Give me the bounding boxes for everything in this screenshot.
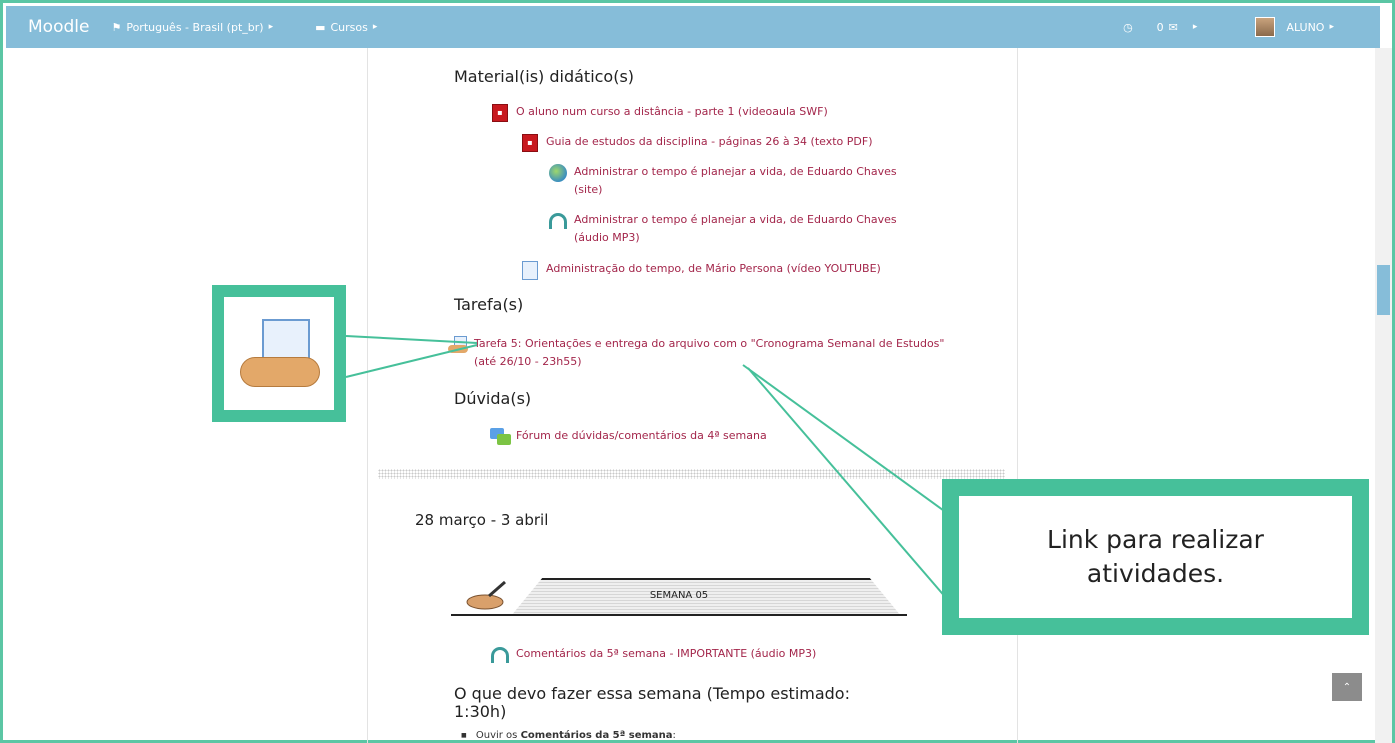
doubts-heading: Dúvida(s)	[454, 389, 532, 408]
week-date-heading: 28 março - 3 abril	[415, 511, 549, 529]
chevron-up-icon: ⌃	[1342, 681, 1352, 693]
top-navbar: Moodle ⚑ Português - Brasil (pt_br) ▸ ▬ …	[6, 6, 1380, 48]
assignment-icon	[240, 318, 320, 389]
todo-heading: O que devo fazer essa semana (Tempo esti…	[454, 684, 850, 721]
headphones-icon	[548, 211, 568, 231]
moodle-brand-link[interactable]: Moodle	[28, 17, 89, 37]
week-banner: SEMANA 05	[451, 574, 907, 618]
navbar-right: ◷ 0 ✉ ▸ ALUNO ▸	[1123, 6, 1380, 48]
material-link-videoaula[interactable]: ▪ O aluno num curso a distância - parte …	[490, 103, 828, 123]
forum-icon	[490, 427, 511, 447]
section-separator	[378, 469, 1005, 479]
bullet-suffix: :	[672, 730, 676, 741]
caret-right-icon: ▸	[1192, 22, 1198, 32]
caret-right-icon: ▸	[372, 22, 378, 32]
material-link-audio[interactable]: Administrar o tempo é planejar a vida, d…	[548, 211, 928, 247]
comments-audio-link[interactable]: Comentários da 5ª semana - IMPORTANTE (á…	[490, 645, 816, 665]
avatar	[1255, 17, 1276, 37]
messages-count: 0	[1156, 20, 1164, 34]
tasks-heading: Tarefa(s)	[454, 295, 524, 314]
assignment-icon	[448, 335, 468, 355]
user-name: ALUNO	[1286, 20, 1325, 34]
headphones-icon	[490, 645, 510, 665]
caret-right-icon: ▸	[268, 22, 274, 32]
page-scrollbar[interactable]	[1375, 48, 1392, 743]
scrollbar-thumb[interactable]	[1377, 265, 1390, 315]
notifications-button[interactable]: ◷	[1123, 21, 1133, 34]
flag-icon: ⚑	[111, 20, 122, 34]
pdf-icon: ▪	[520, 133, 540, 153]
assignment-icon-callout	[212, 285, 346, 422]
caret-right-icon: ▸	[1329, 22, 1334, 32]
pdf-icon: ▪	[490, 103, 510, 123]
clock-icon: ◷	[1123, 20, 1133, 34]
courses-menu[interactable]: ▬ Cursos ▸	[315, 21, 377, 34]
user-menu[interactable]: ALUNO ▸	[1255, 17, 1334, 37]
envelope-icon: ✉	[1168, 20, 1178, 34]
forum-link-duvidas[interactable]: Fórum de dúvidas/comentários da 4ª seman…	[490, 427, 767, 447]
bullet-bold-link: Comentários da 5ª semana	[520, 730, 673, 741]
material-link-guia-estudos[interactable]: ▪ Guia de estudos da disciplina - página…	[520, 133, 873, 153]
bullet-prefix: Ouvir os	[475, 730, 521, 741]
briefcase-icon: ▬	[315, 20, 326, 34]
list-item: Ouvir os Comentários da 5ª semana:	[461, 730, 676, 741]
globe-icon	[548, 163, 568, 183]
material-link-youtube[interactable]: Administração do tempo, de Mário Persona…	[520, 260, 881, 280]
annotation-callout: Link para realizar atividades.	[942, 479, 1369, 635]
assignment-link-tarefa5[interactable]: Tarefa 5: Orientações e entrega do arqui…	[448, 335, 948, 371]
page-icon	[520, 260, 540, 280]
banner-label: SEMANA 05	[649, 590, 709, 601]
banner-baseline	[451, 614, 907, 616]
back-to-top-button[interactable]: ⌃	[1332, 673, 1362, 701]
messages-menu[interactable]: 0 ✉ ▸	[1157, 21, 1198, 34]
material-link-site[interactable]: Administrar o tempo é planejar a vida, d…	[548, 163, 928, 199]
language-menu[interactable]: ⚑ Português - Brasil (pt_br) ▸	[111, 21, 273, 34]
courses-label: Cursos	[330, 20, 368, 34]
callout-text: Link para realizar atividades.	[1047, 525, 1264, 588]
language-label: Português - Brasil (pt_br)	[126, 20, 264, 34]
materials-heading: Material(is) didático(s)	[454, 67, 635, 86]
